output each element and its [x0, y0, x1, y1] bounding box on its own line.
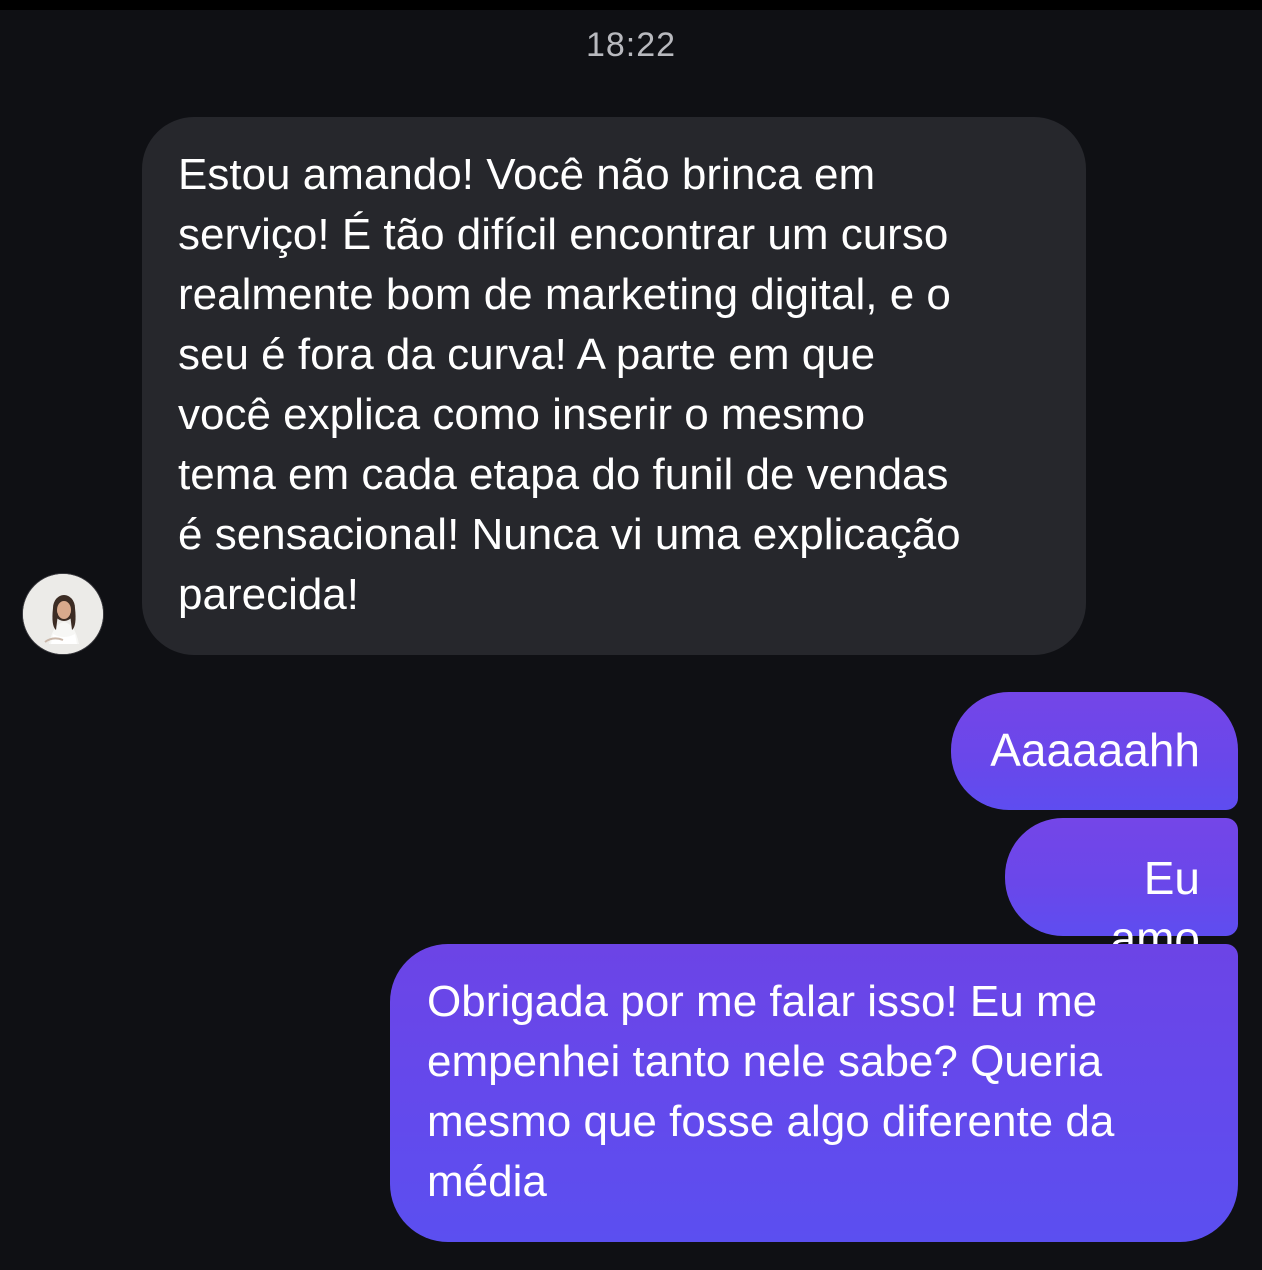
sender-avatar[interactable] — [22, 573, 104, 655]
outgoing-message-text: Aaaaaahh — [990, 724, 1200, 776]
outgoing-message-bubble[interactable]: Aaaaaahh — [951, 692, 1238, 810]
incoming-message-bubble[interactable]: Estou amando! Você não brinca em serviço… — [142, 117, 1086, 655]
outgoing-message-text: Obrigada por me falar isso! Eu me empenh… — [427, 977, 1115, 1206]
incoming-message-text: Estou amando! Você não brinca em serviço… — [178, 150, 961, 619]
avatar-profile-icon — [23, 574, 103, 654]
top-edge — [0, 0, 1262, 10]
outgoing-message-bubble[interactable]: Obrigada por me falar isso! Eu me empenh… — [390, 944, 1238, 1242]
message-timestamp: 18:22 — [585, 26, 677, 64]
outgoing-message-bubble[interactable]: Eu amo — [1005, 818, 1238, 964]
